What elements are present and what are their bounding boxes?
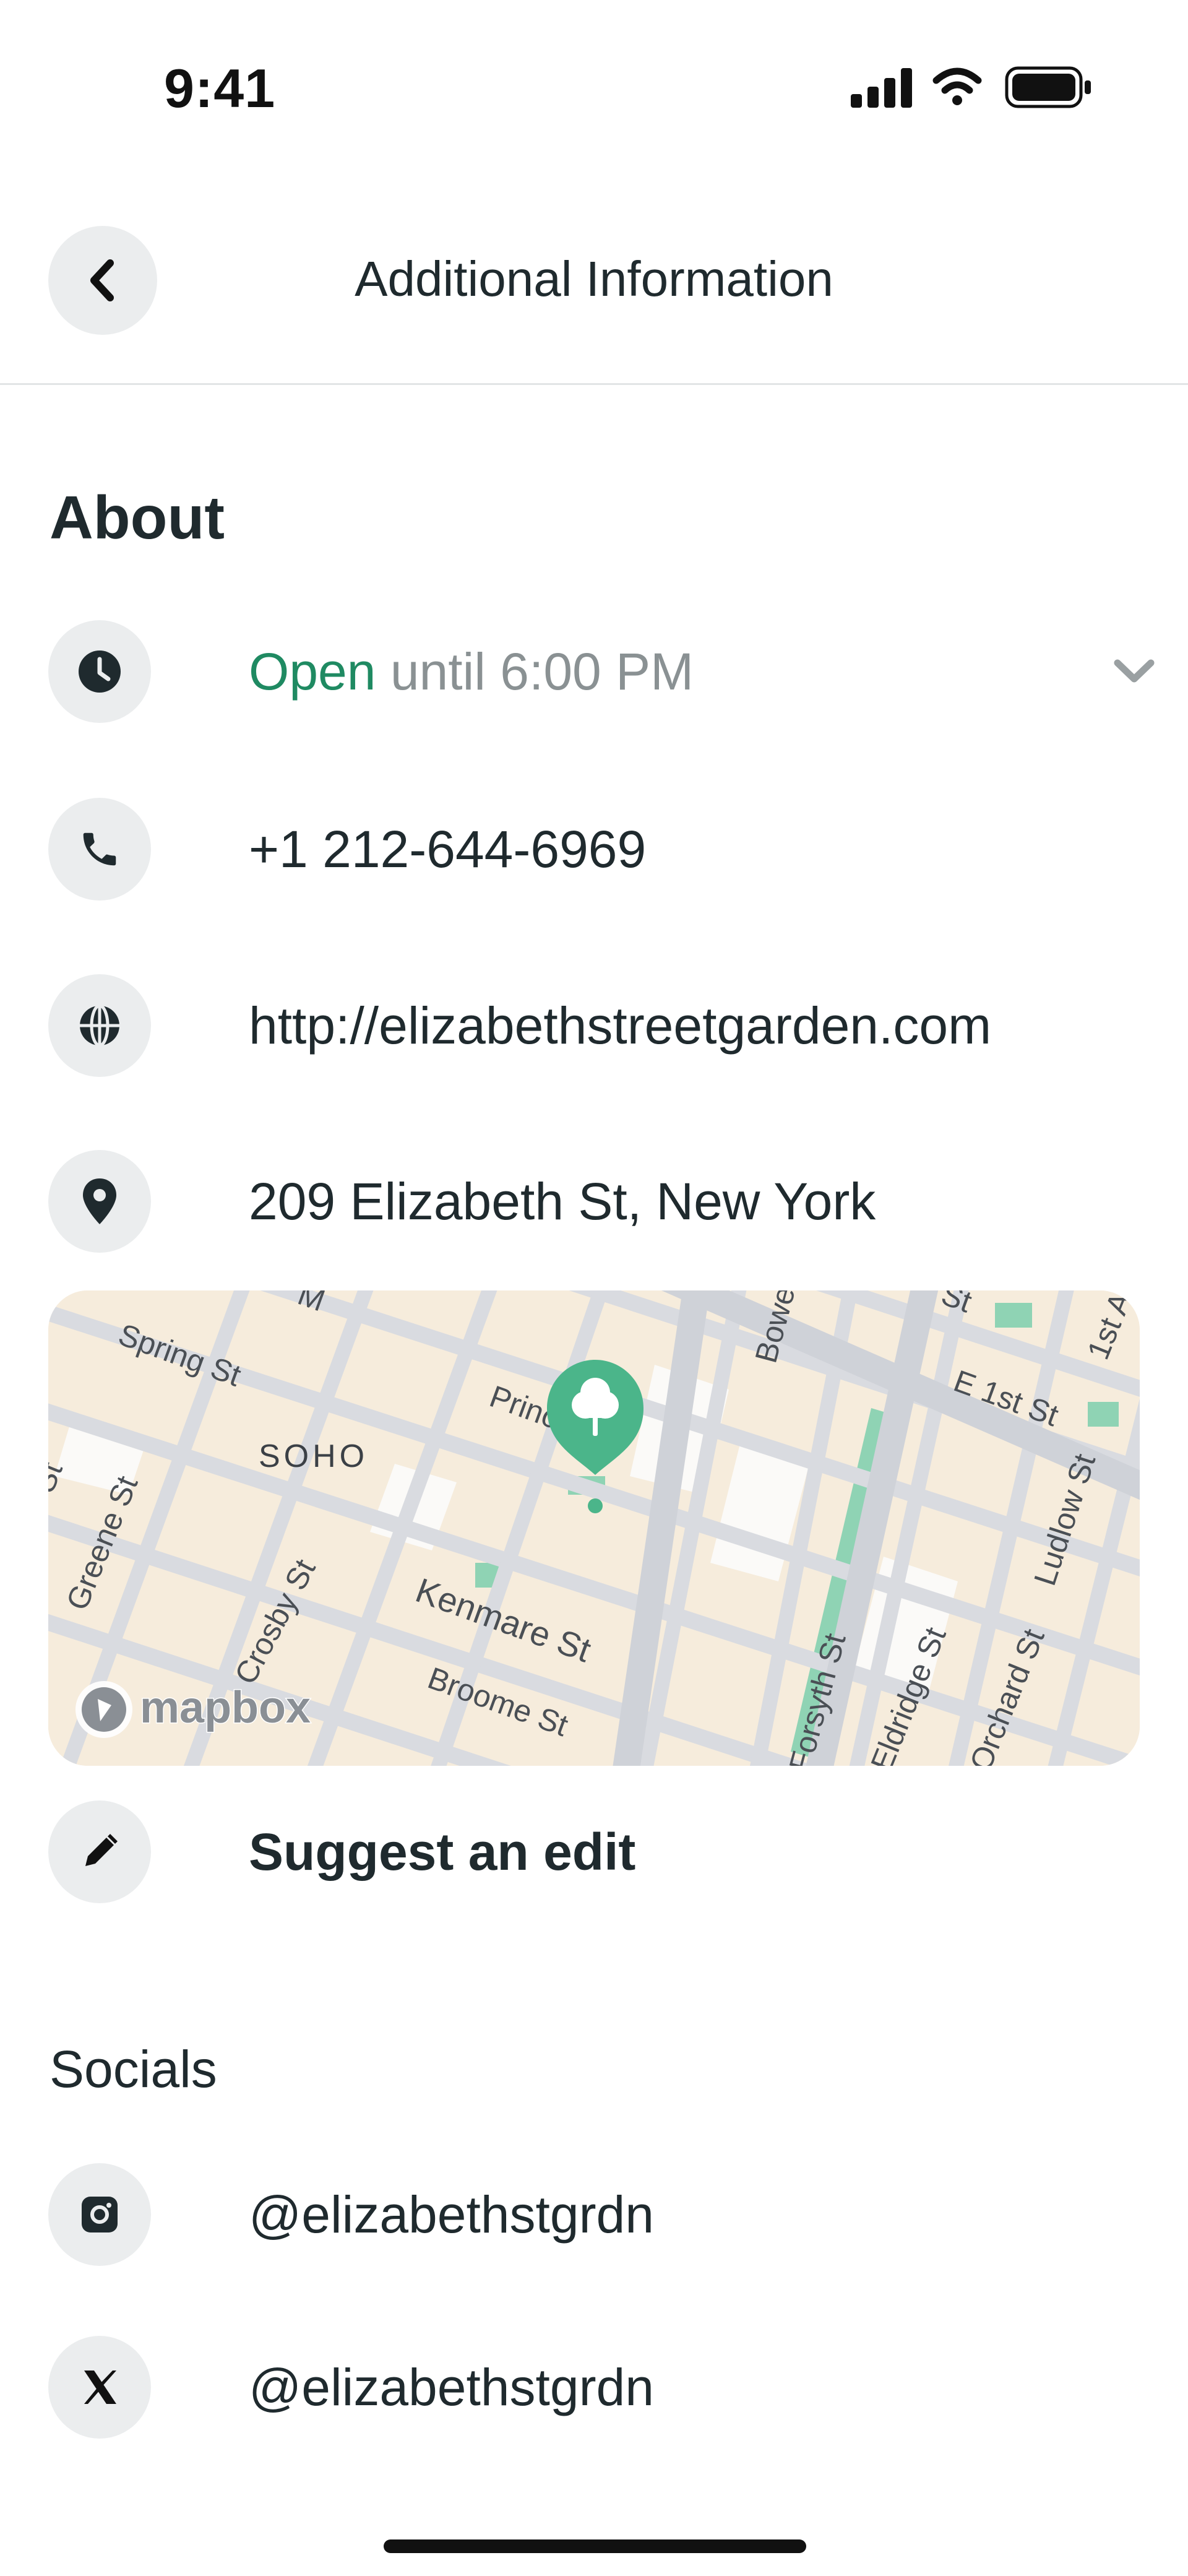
- signal-icon: [851, 68, 912, 108]
- suggest-edit-row[interactable]: Suggest an edit: [48, 1799, 1156, 1904]
- website-row[interactable]: http://elizabethstreetgarden.com: [48, 973, 1156, 1078]
- phone-icon: [48, 798, 151, 901]
- location-pin-icon: [48, 1150, 151, 1253]
- hours-status: Open: [249, 642, 376, 701]
- instagram-row[interactable]: @elizabethstgrdn: [48, 2162, 1156, 2267]
- x-handle: @elizabethstgrdn: [249, 2358, 654, 2416]
- location-map[interactable]: Spring St SOHO Prince St Greene St Crosb…: [48, 1290, 1140, 1766]
- x-logo-icon: [48, 2336, 151, 2439]
- map-label-soho: SOHO: [259, 1438, 368, 1474]
- clock-icon: [48, 620, 151, 723]
- address-text: 209 Elizabeth St, New York: [249, 1172, 876, 1230]
- hours-detail: until 6:00 PM: [390, 642, 694, 701]
- battery-icon: [1005, 66, 1091, 108]
- home-indicator: [384, 2539, 806, 2553]
- pencil-icon: [48, 1800, 151, 1903]
- address-row[interactable]: 209 Elizabeth St, New York: [48, 1149, 1156, 1254]
- x-row[interactable]: @elizabethstgrdn: [48, 2335, 1156, 2440]
- instagram-handle: @elizabethstgrdn: [249, 2185, 654, 2244]
- page-title: Additional Information: [355, 251, 833, 306]
- header-divider: [0, 383, 1188, 385]
- socials-heading: Socials: [50, 2040, 217, 2098]
- globe-icon: [48, 974, 151, 1077]
- status-icons: [851, 62, 1095, 111]
- about-heading: About: [50, 483, 225, 551]
- hours-row[interactable]: Open until 6:00 PM: [48, 619, 1156, 724]
- phone-number: +1 212-644-6969: [249, 819, 647, 878]
- wifi-icon: [932, 67, 982, 105]
- mapbox-logo: mapbox: [75, 1681, 312, 1738]
- phone-row[interactable]: +1 212-644-6969: [48, 797, 1156, 902]
- svg-text:mapbox: mapbox: [140, 1683, 311, 1732]
- instagram-icon: [48, 2163, 151, 2266]
- chevron-down-icon: [1114, 659, 1155, 683]
- status-time: 9:41: [164, 58, 276, 119]
- suggest-edit-label: Suggest an edit: [249, 1822, 636, 1881]
- website-link: http://elizabethstreetgarden.com: [249, 996, 992, 1055]
